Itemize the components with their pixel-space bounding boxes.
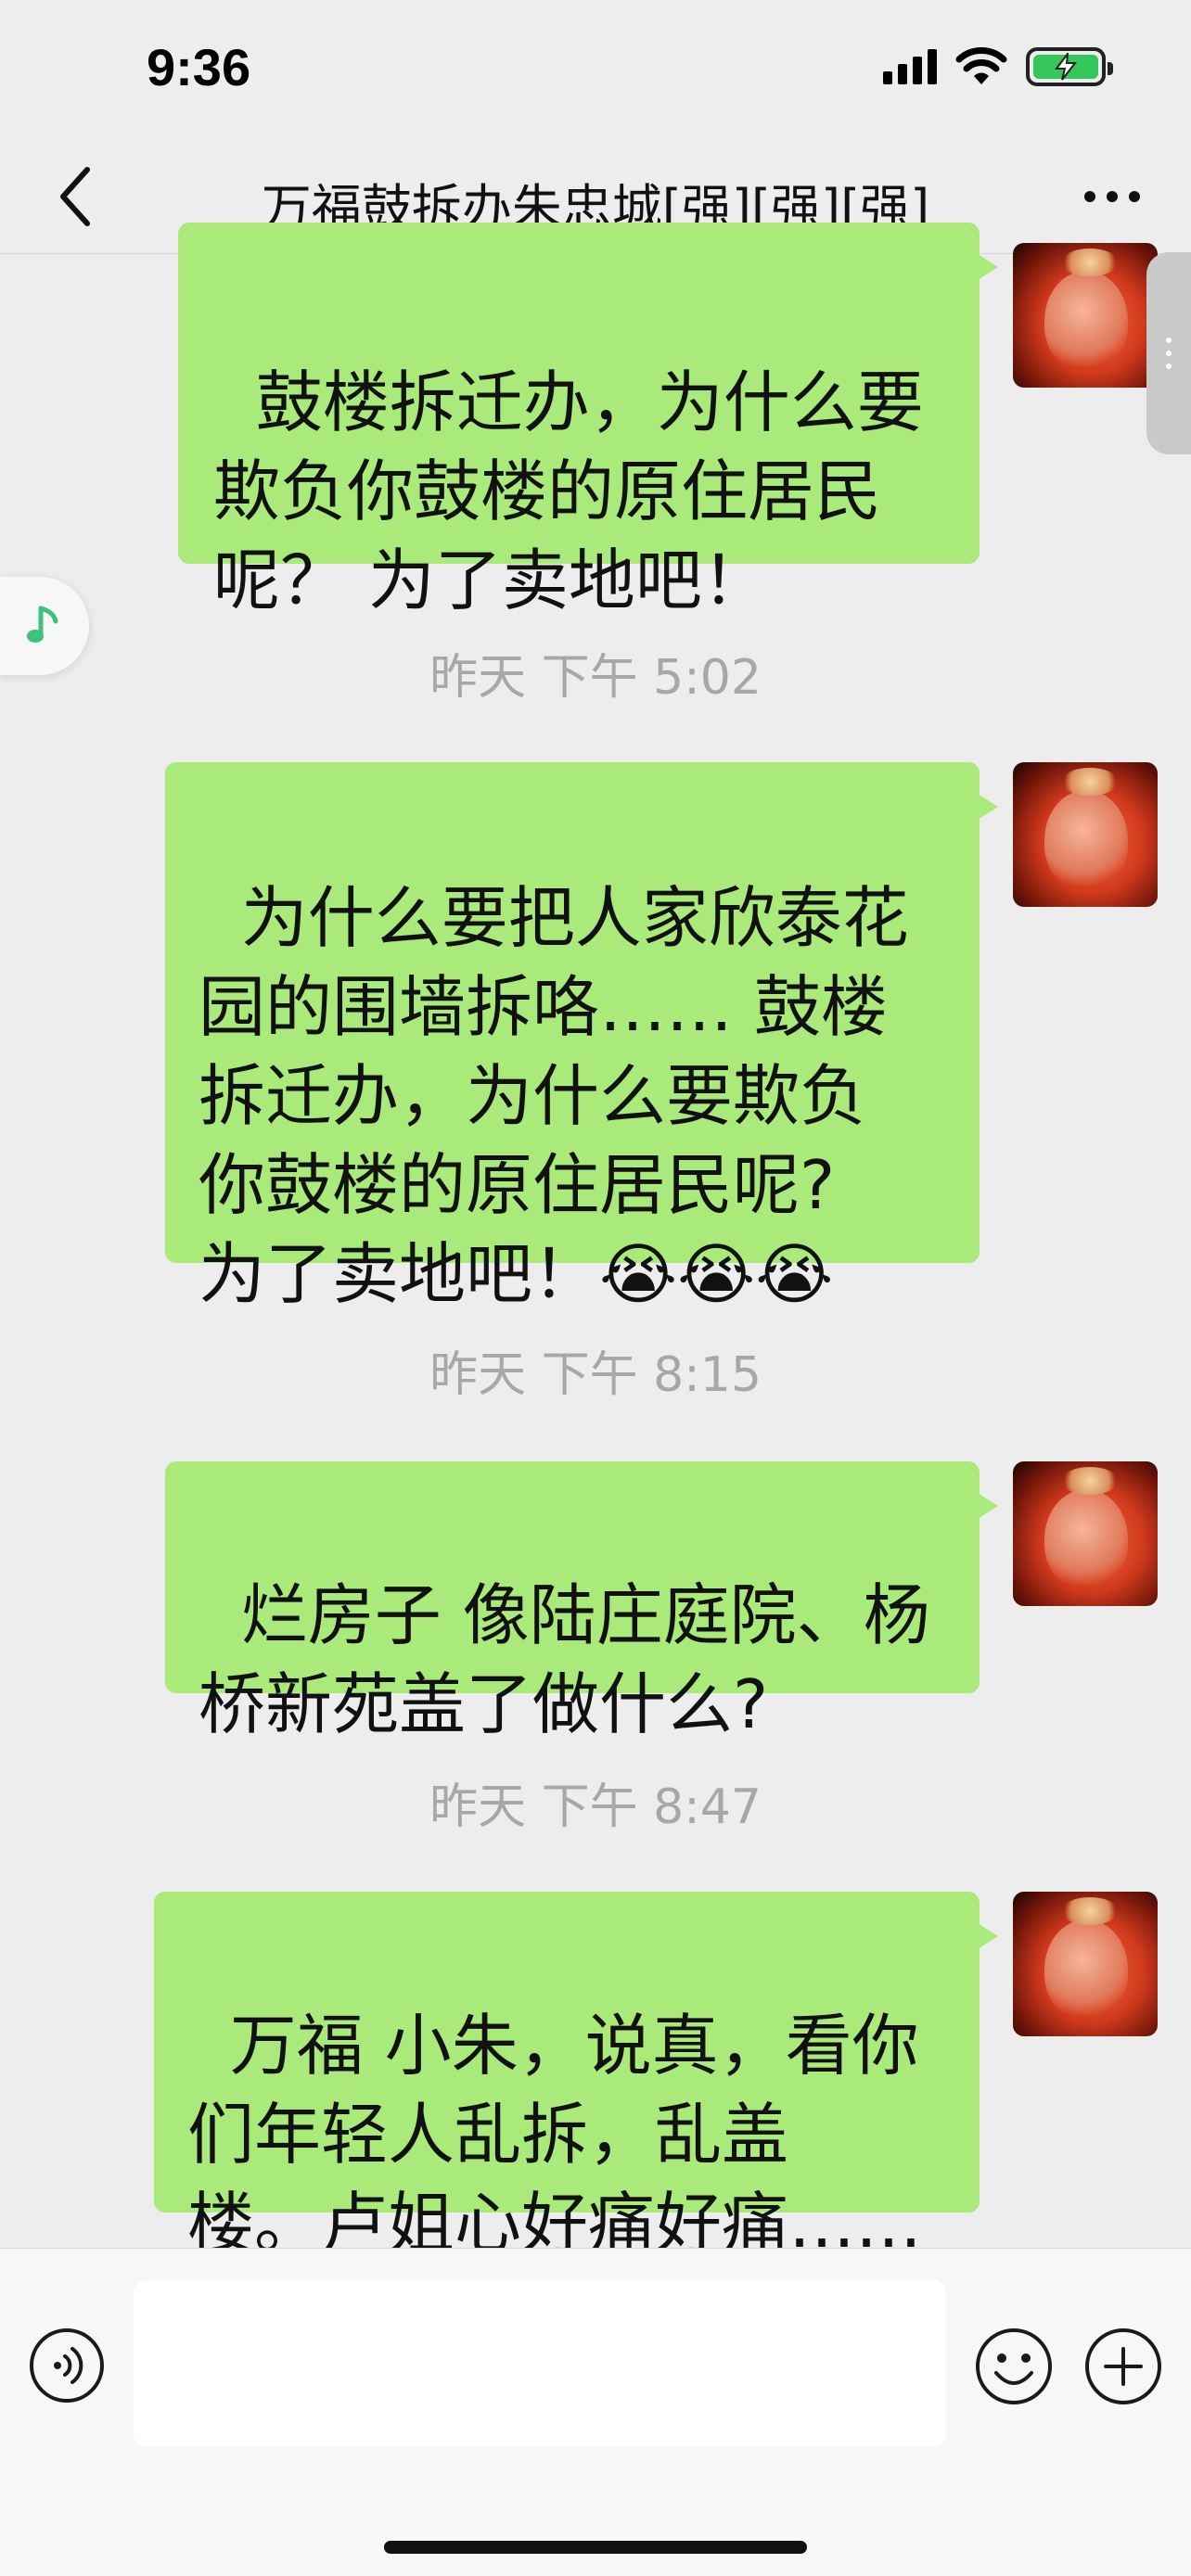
music-note-icon [27,606,58,643]
timestamp: 昨天 下午 5:02 [429,650,762,706]
avatar[interactable] [1013,1892,1158,2036]
avatar[interactable] [1013,1461,1158,1606]
avatar[interactable] [1013,243,1158,388]
voice-input-icon[interactable] [28,2327,106,2404]
message-bubble[interactable]: 烂房子 像陆庄庭院、杨 桥新苑盖了做什么? [165,1461,998,1743]
timestamp: 昨天 下午 8:47 [429,1779,762,1835]
emoji-icon[interactable] [974,2327,1054,2406]
message-text: 为什么要把人家欣泰花 园的围墙拆咯…… 鼓楼 拆迁办，为什么要欺负 你鼓楼的原住… [198,879,909,1313]
message-text: 烂房子 像陆庄庭院、杨 桥新苑盖了做什么? [198,1576,930,1743]
status-icons [883,45,1113,89]
status-time: 9:36 [147,38,251,96]
wifi-icon [955,47,1007,84]
message-bubble[interactable]: 为什么要把人家欣泰花 园的围墙拆咯…… 鼓楼 拆迁办，为什么要欺负 你鼓楼的原住… [165,762,998,1313]
avatar[interactable] [1013,762,1158,907]
side-handle[interactable] [1146,252,1191,454]
home-indicator[interactable] [384,2541,807,2554]
more-button[interactable] [1070,159,1154,234]
drag-handle-icon [1166,338,1172,343]
plus-icon[interactable] [1083,2327,1163,2406]
cellular-signal-icon [883,49,937,84]
message-input[interactable] [134,2280,946,2447]
timestamp: 昨天 下午 8:15 [429,1347,762,1403]
chevron-left-icon [60,167,90,226]
input-bar [0,2248,1191,2576]
more-dots-icon [1084,191,1095,202]
message-bubble[interactable]: 万福 小朱，说真，看你 们年轻人乱拆，乱盖 楼。卢姐心好痛好痛…… [154,1892,998,2263]
message-text: 万福 小朱，说真，看你 们年轻人乱拆，乱盖 楼。卢姐心好痛好痛…… [187,2007,923,2263]
message-bubble[interactable]: 鼓楼拆迁办，为什么要 欺负你鼓楼的原住居民 呢？ 为了卖地吧！ [178,223,998,619]
back-button[interactable] [37,159,111,234]
battery-charging-icon [1026,47,1113,86]
status-bar: 9:36 [0,0,1191,139]
message-text: 鼓楼拆迁办，为什么要 欺负你鼓楼的原住居民 呢？ 为了卖地吧！ [213,363,924,619]
